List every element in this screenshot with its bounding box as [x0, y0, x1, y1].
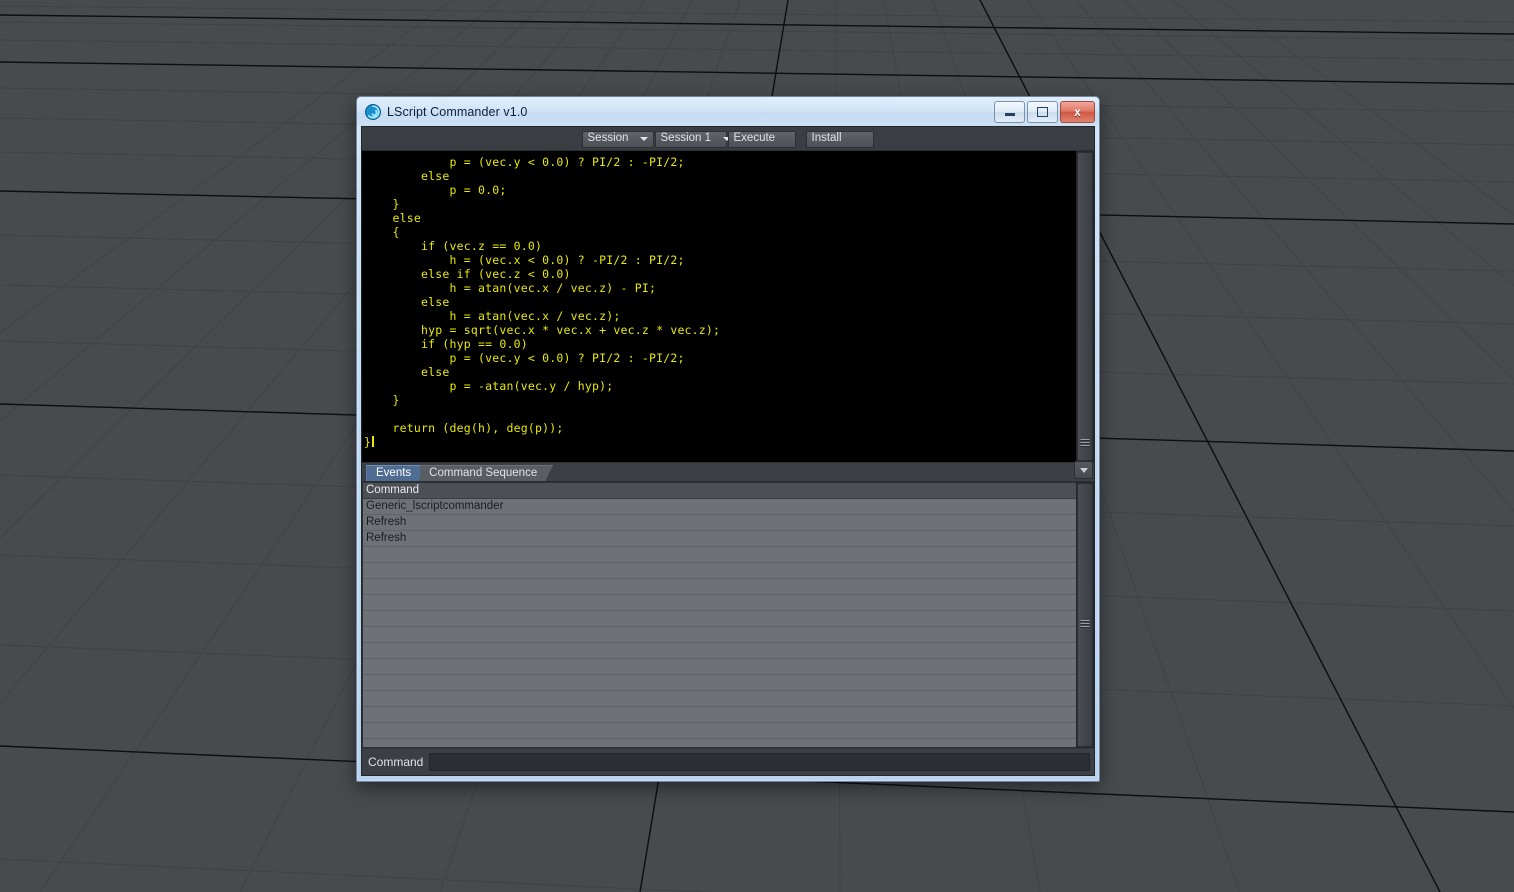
lscript-commander-window: LScript Commander v1.0 x Session Session…	[356, 96, 1100, 782]
list-item-empty	[363, 707, 1076, 723]
close-icon: x	[1074, 104, 1081, 119]
chevron-down-icon	[1079, 467, 1088, 473]
install-button-label: Install	[811, 132, 842, 145]
list-item-empty	[363, 739, 1076, 747]
editor-scrollbar[interactable]	[1076, 151, 1094, 462]
list-item-empty	[363, 547, 1076, 563]
command-input-label: Command	[368, 755, 424, 769]
script-editor-region: p = (vec.y < 0.0) ? PI/2 : -PI/2; else p…	[362, 150, 1094, 479]
list-item[interactable]: Refresh	[363, 515, 1076, 531]
list-item-empty	[363, 723, 1076, 739]
window-controls: x	[994, 100, 1095, 123]
window-title: LScript Commander v1.0	[387, 104, 528, 119]
session-instance-dropdown[interactable]: Session 1	[654, 130, 732, 148]
list-item-empty	[363, 563, 1076, 579]
list-item-label: Refresh	[366, 531, 407, 544]
window-client-area: Session Session 1 Execute Install p = (v…	[361, 126, 1095, 776]
list-item-empty	[363, 675, 1076, 691]
list-item-label: Refresh	[366, 515, 407, 528]
list-item-empty	[363, 595, 1076, 611]
lightwave-swirl-icon	[365, 103, 381, 120]
list-item[interactable]: Refresh	[363, 531, 1076, 547]
execute-button[interactable]: Execute	[727, 130, 796, 148]
tab-command-sequence[interactable]: Command Sequence	[420, 465, 553, 481]
close-button[interactable]: x	[1060, 100, 1095, 123]
chevron-down-icon	[640, 137, 649, 141]
list-item-empty	[363, 627, 1076, 643]
list-scrollbar[interactable]	[1076, 482, 1094, 748]
command-bar: Command	[362, 748, 1094, 775]
list-item-label: Generic_lscriptcommander	[366, 499, 504, 512]
list-item-empty	[363, 691, 1076, 707]
command-input[interactable]	[429, 753, 1090, 771]
column-header-command: Command	[366, 483, 420, 496]
list-column-header[interactable]: Command	[363, 483, 1076, 499]
toolbar: Session Session 1 Execute Install	[362, 127, 1094, 150]
minimize-button[interactable]	[994, 100, 1025, 123]
list-item-empty	[363, 659, 1076, 675]
tab-command-sequence-label: Command Sequence	[429, 466, 538, 479]
session-instance-label: Session 1	[660, 132, 712, 145]
tab-events[interactable]: Events	[366, 465, 425, 481]
events-list: Command Generic_lscriptcommander Refresh R…	[362, 482, 1076, 748]
title-bar[interactable]: LScript Commander v1.0 x	[357, 97, 1099, 126]
events-list-region: Command Generic_lscriptcommander Refresh R…	[362, 481, 1094, 748]
script-editor-text: p = (vec.y < 0.0) ? PI/2 : -PI/2; else p…	[364, 155, 721, 449]
scroll-grip-icon	[1080, 439, 1090, 448]
maximize-button[interactable]	[1027, 100, 1058, 123]
minimize-icon	[1004, 112, 1015, 116]
session-dropdown-label: Session	[587, 132, 629, 145]
text-caret	[372, 436, 375, 447]
editor-scrollbar-thumb[interactable]	[1077, 152, 1093, 461]
editor-scroll-down-button[interactable]	[1074, 461, 1093, 479]
execute-button-label: Execute	[733, 132, 776, 145]
tab-strip: Events Command Sequence	[362, 462, 1094, 481]
maximize-icon	[1037, 106, 1048, 117]
list-item-empty	[363, 611, 1076, 627]
scroll-grip-icon	[1080, 620, 1090, 629]
list-item-empty	[363, 643, 1076, 659]
list-rows: Generic_lscriptcommander Refresh Refresh	[363, 499, 1076, 747]
list-scrollbar-thumb[interactable]	[1077, 483, 1093, 747]
session-dropdown[interactable]: Session	[581, 130, 654, 148]
install-button[interactable]: Install	[805, 130, 874, 148]
tab-events-label: Events	[376, 466, 412, 479]
list-item-empty	[363, 579, 1076, 595]
script-editor[interactable]: p = (vec.y < 0.0) ? PI/2 : -PI/2; else p…	[362, 151, 1076, 462]
list-item[interactable]: Generic_lscriptcommander	[363, 499, 1076, 515]
